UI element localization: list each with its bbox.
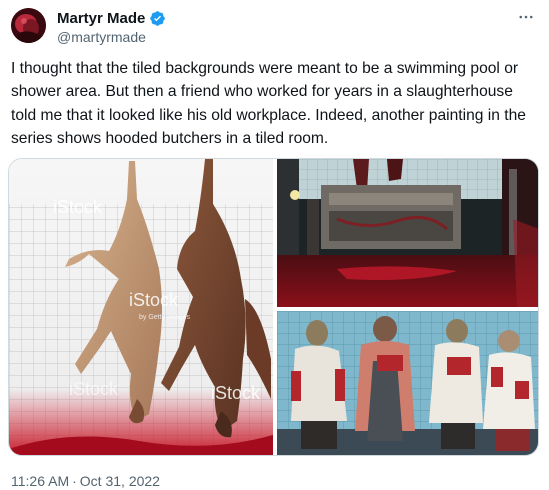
watermark-text: iStock: [129, 290, 179, 310]
tweet-date: Oct 31, 2022: [79, 473, 160, 489]
tweet-time: 11:26 AM: [11, 473, 70, 489]
avatar[interactable]: [11, 8, 46, 43]
display-name[interactable]: Martyr Made: [57, 10, 145, 27]
watermark-text: iStock: [211, 383, 261, 403]
hooded-butchers-painting[interactable]: [277, 311, 538, 455]
timestamp-separator: ·: [72, 473, 77, 489]
timestamp[interactable]: 11:26 AM · Oct 31, 2022: [11, 473, 160, 489]
more-horizontal-icon: [519, 15, 533, 19]
carcasses-photo[interactable]: iStock iStock by Getty Images iStock iSt…: [9, 159, 273, 455]
watermark-text: iStock: [53, 197, 103, 217]
slaughterhouse-room-photo[interactable]: [277, 159, 538, 307]
tweet-card[interactable]: Martyr Made @martyrmade I thought that t…: [0, 0, 549, 490]
more-options-button[interactable]: [515, 8, 537, 26]
tweet-text: I thought that the tiled backgrounds wer…: [11, 60, 531, 148]
media-grid: iStock iStock by Getty Images iStock iSt…: [8, 158, 539, 456]
handle[interactable]: @martyrmade: [57, 29, 146, 45]
watermark-subtext: by Getty Images: [139, 314, 190, 321]
watermark-text: iStock: [69, 379, 119, 399]
verified-badge-icon: [149, 10, 166, 27]
